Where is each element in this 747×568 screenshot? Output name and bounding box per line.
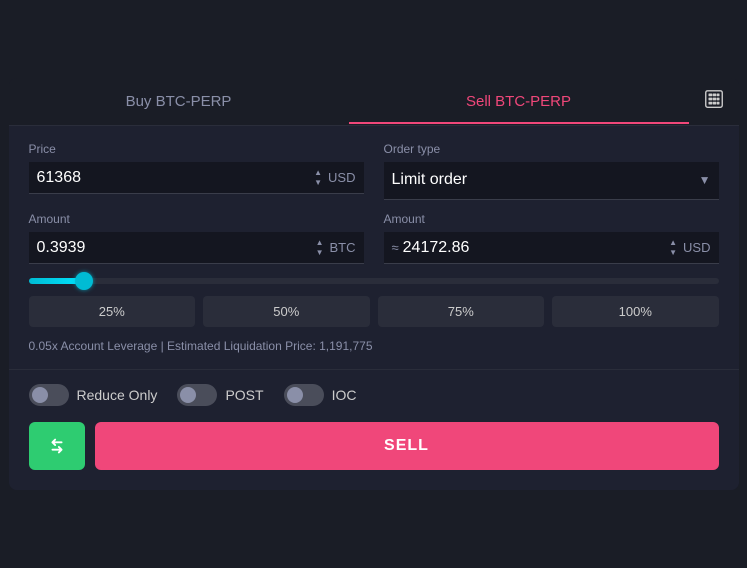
tab-sell[interactable]: Sell BTC-PERP [349,79,689,124]
amount-usd-currency: USD [683,240,710,255]
swap-icon [46,435,68,457]
amount-btc-field: Amount ▲ ▼ BTC [29,212,364,264]
tab-buy[interactable]: Buy BTC-PERP [9,79,349,124]
price-ordertype-row: Price ▲ ▼ USD Order type Limit order ▼ [29,142,719,200]
amounts-row: Amount ▲ ▼ BTC Amount ≈ ▲ ▼ [29,212,719,264]
panel-body: Price ▲ ▼ USD Order type Limit order ▼ [9,126,739,490]
chevron-down-icon: ▼ [699,173,711,187]
amount-btc-down-icon[interactable]: ▼ [316,248,324,258]
ioc-thumb [287,387,303,403]
post-track [177,384,217,406]
sell-button[interactable]: SELL [95,422,719,470]
post-toggle-group: POST [177,384,263,406]
slider-track [29,278,719,284]
amount-usd-input[interactable] [403,239,669,257]
calculator-icon[interactable] [689,78,739,125]
reduce-only-track [29,384,69,406]
post-label: POST [225,387,263,403]
order-type-value: Limit order [392,171,693,189]
amount-usd-input-group: ≈ ▲ ▼ USD [384,232,719,264]
price-input-group: ▲ ▼ USD [29,162,364,194]
divider [9,369,739,370]
amount-btc-label: Amount [29,212,364,226]
reduce-only-label: Reduce Only [77,387,158,403]
reduce-only-toggle[interactable] [29,384,69,406]
percent-25-button[interactable]: 25% [29,296,196,327]
amount-usd-up-icon[interactable]: ▲ [669,238,677,248]
price-input[interactable] [37,169,315,187]
order-type-dropdown[interactable]: Limit order ▼ [384,162,719,200]
ioc-label: IOC [332,387,357,403]
toggles-row: Reduce Only POST IOC [29,384,719,406]
amount-btc-input[interactable] [37,239,316,257]
percent-50-button[interactable]: 50% [203,296,370,327]
price-spinner[interactable]: ▲ ▼ [314,168,322,187]
price-label: Price [29,142,364,156]
amount-btc-spinner[interactable]: ▲ ▼ [316,238,324,257]
slider-container [29,278,719,284]
percent-75-button[interactable]: 75% [378,296,545,327]
amount-usd-field: Amount ≈ ▲ ▼ USD [384,212,719,264]
price-down-icon[interactable]: ▼ [314,178,322,188]
ioc-toggle-group: IOC [284,384,357,406]
amount-btc-currency: BTC [330,240,356,255]
percent-buttons-group: 25% 50% 75% 100% [29,296,719,327]
amount-usd-down-icon[interactable]: ▼ [669,248,677,258]
price-up-icon[interactable]: ▲ [314,168,322,178]
post-toggle[interactable] [177,384,217,406]
post-thumb [180,387,196,403]
swap-button[interactable] [29,422,85,470]
leverage-info: 0.05x Account Leverage | Estimated Liqui… [29,339,719,353]
ioc-toggle[interactable] [284,384,324,406]
ioc-track [284,384,324,406]
amount-usd-label: Amount [384,212,719,226]
price-currency: USD [328,170,355,185]
amount-btc-up-icon[interactable]: ▲ [316,238,324,248]
reduce-only-thumb [32,387,48,403]
bottom-buttons: SELL [29,422,719,470]
reduce-only-toggle-group: Reduce Only [29,384,158,406]
order-type-label: Order type [384,142,719,156]
tab-bar: Buy BTC-PERP Sell BTC-PERP [9,78,739,126]
percent-100-button[interactable]: 100% [552,296,719,327]
price-field: Price ▲ ▼ USD [29,142,364,200]
trading-panel: Buy BTC-PERP Sell BTC-PERP Price [9,78,739,490]
approx-symbol: ≈ [392,240,399,255]
amount-usd-spinner[interactable]: ▲ ▼ [669,238,677,257]
amount-btc-input-group: ▲ ▼ BTC [29,232,364,264]
order-type-field: Order type Limit order ▼ [384,142,719,200]
